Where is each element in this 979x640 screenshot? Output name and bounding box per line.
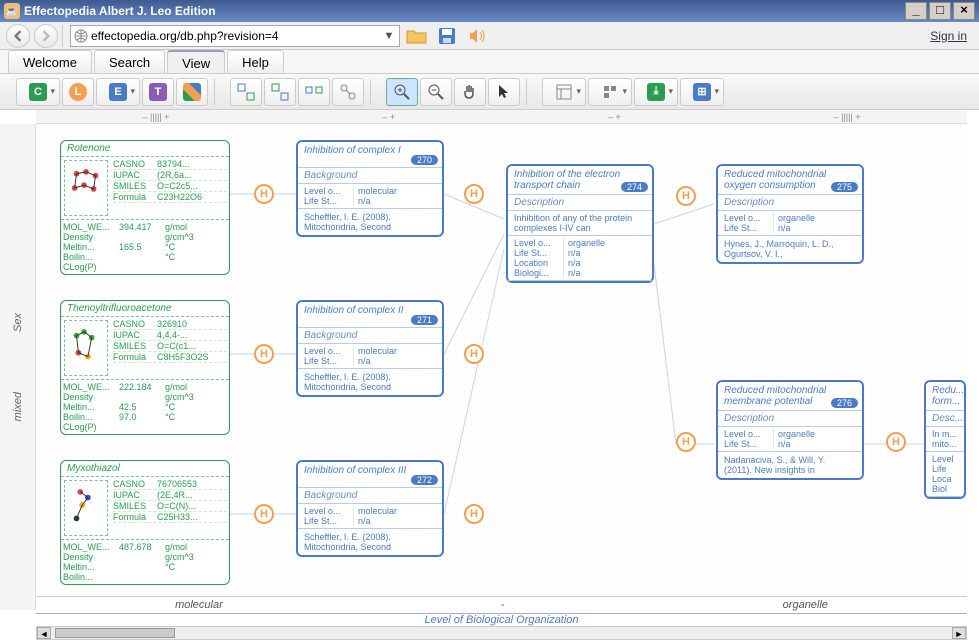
- pointer-tool[interactable]: [488, 78, 520, 106]
- link-node[interactable]: H: [254, 184, 274, 204]
- pan-tool[interactable]: [454, 78, 486, 106]
- link-node[interactable]: H: [676, 186, 696, 206]
- scroll-right-arrow[interactable]: ►: [952, 627, 966, 639]
- window-title: Effectopedia Albert J. Leo Edition: [24, 4, 216, 18]
- effect-tool[interactable]: E: [96, 78, 140, 106]
- window-titlebar: ☕ Effectopedia Albert J. Leo Edition _ □…: [0, 0, 979, 22]
- maximize-button[interactable]: □: [929, 2, 951, 20]
- axis-y-inner: mixed: [12, 392, 24, 421]
- view-toolbar: C L E T ⤓ ⊞: [0, 74, 979, 110]
- group-tool-1[interactable]: [230, 78, 262, 106]
- tab-welcome[interactable]: Welcome: [8, 50, 92, 73]
- link-tool[interactable]: L: [62, 78, 94, 106]
- bio-node-partial[interactable]: Redu... form... Desc... In m... mito... …: [924, 380, 966, 499]
- chem-title: Rotenone: [67, 143, 110, 154]
- settings-tool[interactable]: ⊞: [680, 78, 724, 106]
- close-button[interactable]: ×: [953, 2, 975, 20]
- chem-node-thenoyl[interactable]: Thenoyltrifluoroacetone CASNO326910 IUPA…: [60, 300, 230, 435]
- axis-x-title: Level of Biological Organization: [36, 613, 967, 626]
- test-tool[interactable]: T: [142, 78, 174, 106]
- signin-link[interactable]: Sign in: [930, 29, 967, 43]
- link-node[interactable]: H: [676, 432, 696, 452]
- scroll-thumb[interactable]: [55, 628, 175, 638]
- layout-tool-2[interactable]: [588, 78, 632, 106]
- globe-icon: [73, 28, 89, 44]
- molecule-structure-icon: [64, 160, 108, 216]
- link-node[interactable]: H: [464, 344, 484, 364]
- bio-node-complex1[interactable]: Inhibition of complex I270 Background Le…: [296, 140, 444, 237]
- tab-view[interactable]: View: [167, 50, 225, 73]
- group-tool-4[interactable]: [332, 78, 364, 106]
- audio-button[interactable]: [464, 23, 490, 49]
- tab-help[interactable]: Help: [227, 50, 284, 73]
- molecule-structure-icon: [64, 480, 108, 536]
- address-toolbar: effectopedia.org/db.php?revision=4 ▼ Sig…: [0, 22, 979, 50]
- scroll-left-arrow[interactable]: ◄: [37, 627, 51, 639]
- molecule-structure-icon: [64, 320, 108, 376]
- chem-title: Thenoyltrifluoroacetone: [67, 303, 172, 314]
- zoom-out-tool[interactable]: [420, 78, 452, 106]
- layout-tool-1[interactable]: [542, 78, 586, 106]
- zoom-in-tool[interactable]: [386, 78, 418, 106]
- open-folder-button[interactable]: [404, 23, 430, 49]
- axis-bottom: molecular - organelle Level of Biologica…: [36, 596, 967, 626]
- main-tabs: Welcome Search View Help: [0, 50, 979, 74]
- forward-button[interactable]: [34, 24, 58, 48]
- link-node[interactable]: H: [464, 184, 484, 204]
- minimize-button[interactable]: _: [905, 2, 927, 20]
- tab-search[interactable]: Search: [94, 50, 165, 73]
- horizontal-scrollbar[interactable]: ◄ ►: [36, 626, 967, 640]
- pathway-canvas[interactable]: Rotenone CASNO83794... IUPAC(2R,6a... SM…: [36, 124, 967, 596]
- bio-node-etc[interactable]: Inhibition of the electron transport cha…: [506, 164, 654, 283]
- axis-label-mid: -: [501, 599, 505, 611]
- link-node[interactable]: H: [886, 432, 906, 452]
- url-bar[interactable]: effectopedia.org/db.php?revision=4 ▼: [70, 25, 400, 47]
- chemical-tool[interactable]: C: [16, 78, 60, 106]
- bio-node-membrane[interactable]: Reduced mitochondrial membrane potential…: [716, 380, 864, 480]
- group-tool-3[interactable]: [298, 78, 330, 106]
- ruler-horizontal: – ||||| +– +– +– ||||| +: [36, 110, 967, 124]
- ruler-vertical: Sex mixed: [0, 124, 36, 610]
- bio-node-complex3[interactable]: Inhibition of complex III272 Background …: [296, 460, 444, 557]
- group-tool-2[interactable]: [264, 78, 296, 106]
- chem-node-rotenone[interactable]: Rotenone CASNO83794... IUPAC(2R,6a... SM…: [60, 140, 230, 275]
- url-dropdown-icon[interactable]: ▼: [381, 30, 397, 42]
- chem-node-myxothiazol[interactable]: Myxothiazol CASNO76706553 IUPAC(2E,4R...…: [60, 460, 230, 585]
- url-text: effectopedia.org/db.php?revision=4: [91, 29, 381, 43]
- save-button[interactable]: [434, 23, 460, 49]
- back-button[interactable]: [6, 24, 30, 48]
- java-icon: ☕: [4, 3, 20, 19]
- link-node[interactable]: H: [254, 344, 274, 364]
- bio-node-o2[interactable]: Reduced mitochondrial oxygen consumption…: [716, 164, 864, 264]
- axis-y-outer: Sex: [12, 313, 24, 332]
- export-tool[interactable]: ⤓: [634, 78, 678, 106]
- palette-tool[interactable]: [176, 78, 208, 106]
- axis-label-organelle: organelle: [783, 599, 828, 611]
- bio-node-complex2[interactable]: Inhibition of complex II271 Background L…: [296, 300, 444, 397]
- axis-label-molecular: molecular: [175, 599, 223, 611]
- link-node[interactable]: H: [464, 504, 484, 524]
- chem-title: Myxothiazol: [67, 463, 120, 474]
- link-node[interactable]: H: [254, 504, 274, 524]
